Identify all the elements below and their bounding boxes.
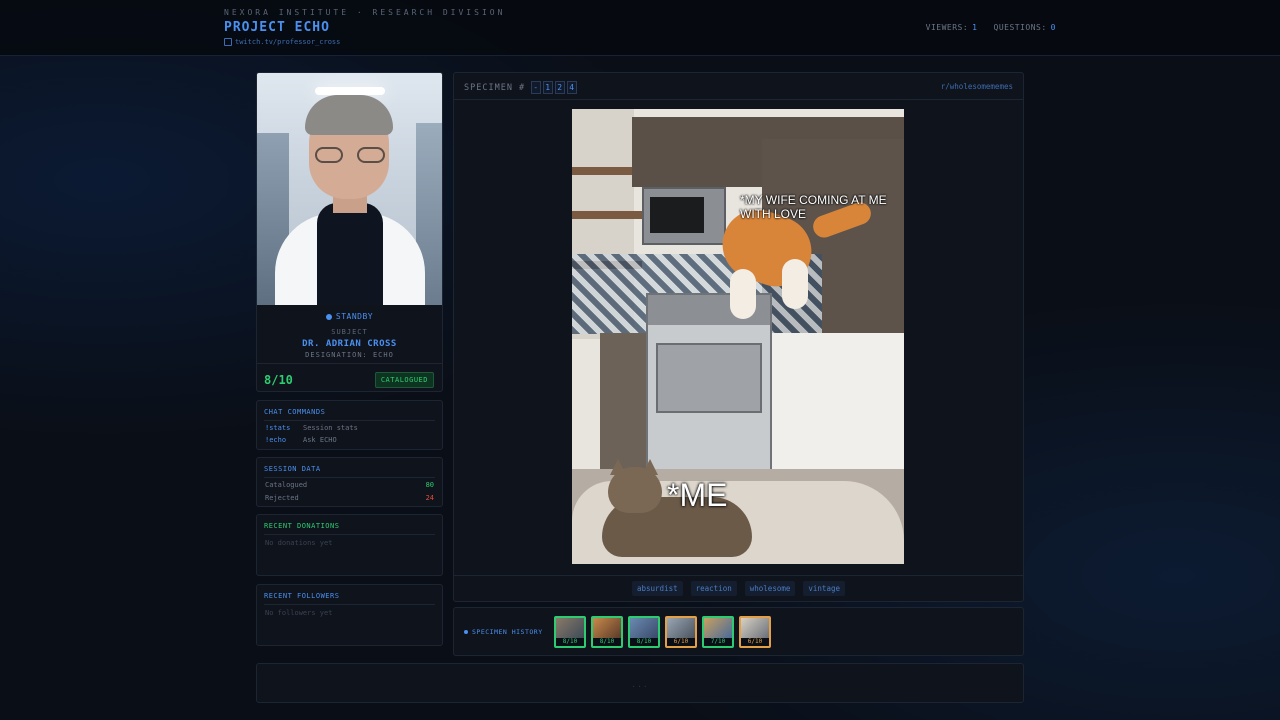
message-bar: ... xyxy=(256,663,1024,703)
subject-photo xyxy=(257,73,442,305)
subject-name: DR. ADRIAN CROSS xyxy=(302,339,397,349)
tag[interactable]: wholesome xyxy=(744,581,796,596)
current-score: 8/10 xyxy=(264,373,293,387)
followers-empty: No followers yet xyxy=(265,609,333,617)
recent-followers-panel: RECENT FOLLOWERS No followers yet xyxy=(256,584,443,646)
message-placeholder: ... xyxy=(631,680,649,689)
session-data-panel: SESSION DATA Catalogued 80 Rejected 24 xyxy=(256,457,443,507)
history-label: SPECIMEN HISTORY xyxy=(464,628,543,636)
history-thumbnail[interactable]: 8/10 xyxy=(591,616,623,648)
history-thumbnail[interactable]: 6/10 xyxy=(739,616,771,648)
tag[interactable]: absurdist xyxy=(631,581,683,596)
specimen-history-panel: SPECIMEN HISTORY 8/10 8/10 8/10 6/10 7/1… xyxy=(453,607,1024,656)
command-row: !echo Ask ECHO xyxy=(265,436,337,444)
meme-caption-top: *MY WIFE COMING AT ME WITH LOVE xyxy=(740,193,887,221)
specimen-digit: - xyxy=(531,81,542,94)
history-thumbnail[interactable]: 8/10 xyxy=(554,616,586,648)
viewers-stat: VIEWERS: 1 xyxy=(925,23,978,32)
specimen-panel: SPECIMEN # - 1 2 4 r/wholesomememes *MY … xyxy=(453,72,1024,602)
command-row: !stats Session stats xyxy=(265,424,358,432)
questions-stat: QUESTIONS: 0 xyxy=(993,23,1056,32)
session-data-title: SESSION DATA xyxy=(264,465,435,478)
history-thumbnail[interactable]: 6/10 xyxy=(665,616,697,648)
followers-title: RECENT FOLLOWERS xyxy=(264,592,435,605)
catalogued-row: Catalogued 80 xyxy=(265,481,434,489)
specimen-digit: 4 xyxy=(567,81,578,94)
donations-empty: No donations yet xyxy=(265,539,333,547)
specimen-digit: 1 xyxy=(543,81,554,94)
meme-image: *MY WIFE COMING AT ME WITH LOVE *ME xyxy=(572,109,904,564)
channel-link[interactable]: twitch.tv/professor_cross xyxy=(224,38,340,46)
score-row: 8/10 CATALOGUED xyxy=(257,363,442,391)
chat-commands-title: CHAT COMMANDS xyxy=(264,408,435,421)
status-dot-icon xyxy=(325,313,332,320)
subreddit-link[interactable]: r/wholesomememes xyxy=(941,82,1013,91)
history-dot-icon xyxy=(464,630,468,634)
rejected-row: Rejected 24 xyxy=(265,494,434,502)
status-badge: CATALOGUED xyxy=(374,372,434,388)
chat-commands-panel: CHAT COMMANDS !stats Session stats !echo A… xyxy=(256,400,443,450)
meme-caption-bottom: *ME xyxy=(667,477,728,513)
header: NEXORA INSTITUTE · RESEARCH DIVISION PRO… xyxy=(0,0,1280,56)
org-name: NEXORA INSTITUTE · RESEARCH DIVISION xyxy=(224,8,506,17)
header-stats: VIEWERS: 1 QUESTIONS: 0 xyxy=(926,23,1056,32)
project-title: PROJECT ECHO xyxy=(224,20,330,35)
tag[interactable]: reaction xyxy=(690,581,737,596)
specimen-header: SPECIMEN # - 1 2 4 r/wholesomememes xyxy=(454,73,1023,100)
specimen-number: SPECIMEN # - 1 2 4 xyxy=(464,81,578,94)
history-thumbnail[interactable]: 7/10 xyxy=(702,616,734,648)
donations-title: RECENT DONATIONS xyxy=(264,522,435,535)
history-thumbnail[interactable]: 8/10 xyxy=(628,616,660,648)
subject-label: SUBJECT xyxy=(331,328,368,336)
twitch-icon xyxy=(224,38,232,46)
tag-list: absurdist reaction wholesome vintage xyxy=(454,575,1023,601)
recent-donations-panel: RECENT DONATIONS No donations yet xyxy=(256,514,443,576)
specimen-digit: 2 xyxy=(555,81,566,94)
status-indicator: STANDBY xyxy=(257,312,442,321)
subject-card: STANDBY SUBJECT DR. ADRIAN CROSS DESIGNA… xyxy=(256,72,443,392)
tag[interactable]: vintage xyxy=(803,581,845,596)
subject-designation: DESIGNATION: ECHO xyxy=(305,351,394,359)
channel-url: twitch.tv/professor_cross xyxy=(235,38,341,46)
